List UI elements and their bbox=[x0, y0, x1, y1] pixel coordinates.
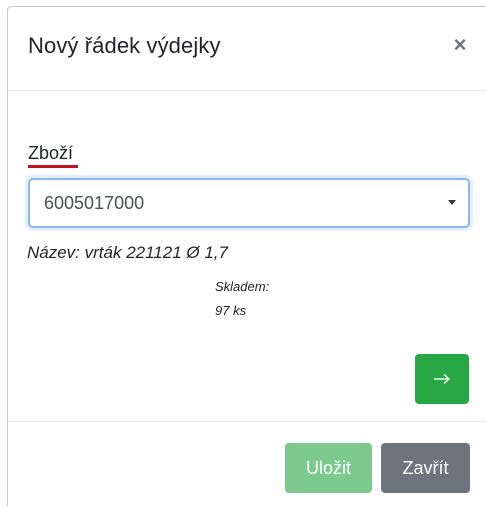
dialog-header: Nový řádek výdejky × bbox=[8, 7, 486, 91]
product-select[interactable]: 6005017000 bbox=[28, 178, 470, 228]
stock-label: Skladem: bbox=[215, 279, 270, 294]
next-button[interactable] bbox=[415, 354, 469, 404]
product-name: Název: vrták 221121 Ø 1,7 bbox=[27, 243, 228, 262]
label-underline bbox=[28, 165, 78, 168]
stock-value: 97 ks bbox=[215, 303, 247, 318]
product-select-value: 6005017000 bbox=[44, 193, 145, 213]
dialog-footer: Uložit Zavřít bbox=[8, 421, 486, 507]
arrow-right-icon bbox=[434, 373, 451, 385]
product-field-label: Zboží bbox=[28, 143, 74, 163]
new-line-dialog: Nový řádek výdejky × Zboží 6005017000 Ná… bbox=[7, 6, 486, 506]
close-button[interactable]: Zavřít bbox=[381, 443, 470, 493]
chevron-down-icon bbox=[448, 200, 456, 205]
save-button[interactable]: Uložit bbox=[285, 443, 372, 493]
dialog-title: Nový řádek výdejky bbox=[28, 33, 221, 58]
close-icon[interactable]: × bbox=[448, 33, 472, 57]
dialog-body: Zboží 6005017000 Název: vrták 221121 Ø 1… bbox=[8, 91, 486, 421]
